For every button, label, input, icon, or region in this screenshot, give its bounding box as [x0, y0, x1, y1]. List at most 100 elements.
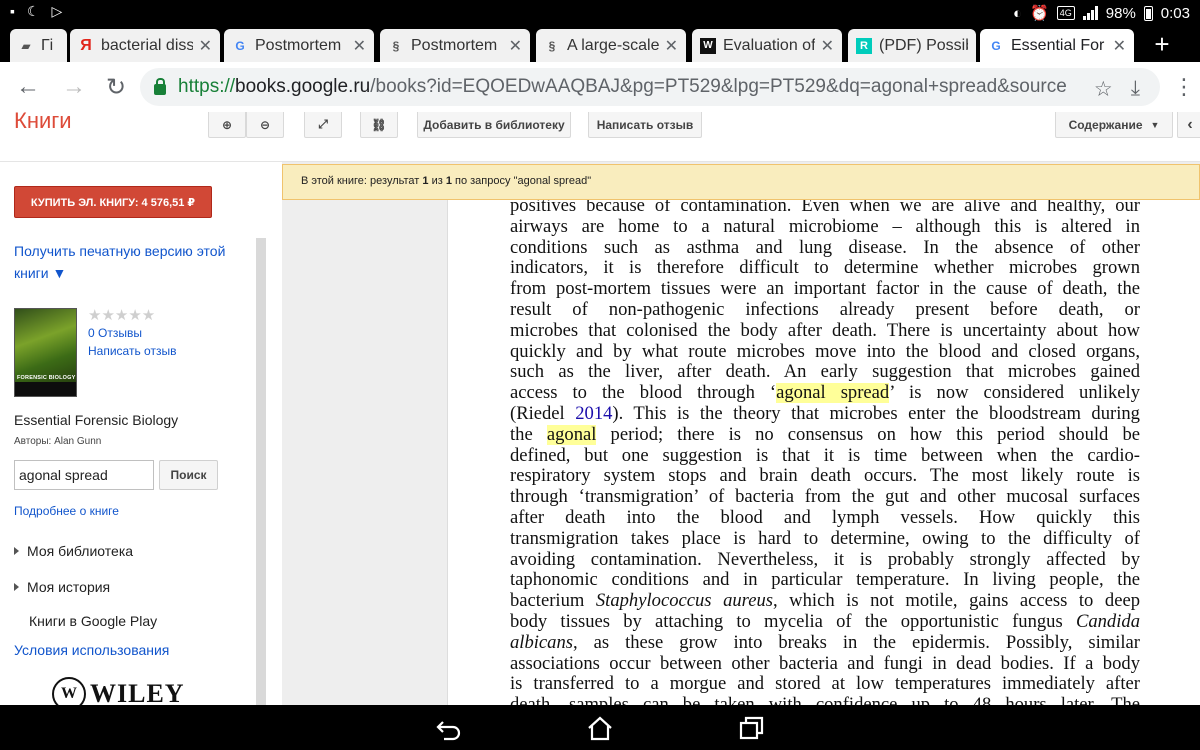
wiley-icon: W	[700, 37, 716, 54]
my-history-item[interactable]: Моя история	[14, 579, 110, 595]
books-header: Книги ⊕ ⊖ ⤢ ⛓ Добавить в библиотеку Напи…	[0, 108, 1200, 162]
contents-dropdown[interactable]: Содержание ▼	[1055, 112, 1173, 138]
reviews-count-link[interactable]: 0 Отзывы	[88, 326, 142, 340]
close-icon[interactable]: ✕	[353, 36, 366, 56]
zoom-in-button[interactable]: ⊕	[208, 112, 246, 138]
chevron-left-icon: ‹	[1187, 115, 1193, 133]
text-line: the agonal period; there is no consensus…	[510, 424, 1140, 446]
note-query: "agonal spread"	[513, 175, 592, 187]
triangle-right-icon	[14, 547, 19, 555]
app-icon: ▰	[21, 38, 31, 53]
text-line: through ‘transmigration’ of bacteria fro…	[510, 487, 1140, 508]
note-text: по запросу	[451, 175, 514, 187]
image-notification-icon: ▪	[10, 3, 15, 19]
back-button[interactable]: ←	[16, 73, 40, 101]
contents-label: Содержание	[1068, 117, 1143, 132]
browser-tab[interactable]: G Postmortem ✕	[224, 29, 374, 62]
close-icon[interactable]: ✕	[1113, 36, 1126, 56]
book-reader: positives because of contamination. Even…	[282, 162, 1200, 705]
do-not-disturb-icon: ◐	[1013, 4, 1023, 22]
dna-icon: §	[548, 38, 556, 53]
url-path: /books?id=EQOEDwAAQBAJ&pg=PT529&lpg=PT52…	[370, 76, 1067, 97]
close-icon[interactable]: ✕	[665, 36, 678, 56]
zoom-out-icon: ⊖	[259, 117, 271, 132]
text-line: access to the blood through ‘agonal spre…	[510, 383, 1140, 404]
google-icon: G	[991, 38, 1001, 53]
forward-button[interactable]: →	[62, 73, 86, 101]
text-line: result of non-pathogenic infections alre…	[510, 299, 1140, 320]
zoom-out-button[interactable]: ⊖	[246, 112, 284, 138]
book-title: Essential Forensic Biology	[14, 412, 179, 428]
book-cover[interactable]: FORENSIC BIOLOGY	[14, 308, 77, 397]
tab-strip: ▰ Гі Я bacterial diss ✕ G Postmortem ✕ §…	[0, 26, 1200, 62]
google-play-books-link[interactable]: Книги в Google Play	[29, 613, 157, 629]
text-line: taphonomic conditions and in particular …	[510, 570, 1140, 591]
text-line: body tissues by attaching to mycelia of …	[510, 612, 1140, 633]
text-line: defined, but one suggestion is that it i…	[510, 445, 1140, 466]
reload-button[interactable]: ↻	[106, 73, 126, 102]
tab-title: Postmortem	[411, 36, 498, 54]
tab-title: bacterial diss	[101, 36, 193, 54]
search-highlight: agonal spread	[776, 383, 890, 404]
link-button[interactable]: ⛓	[360, 112, 398, 138]
dna-icon: §	[392, 38, 400, 53]
terms-of-use-link[interactable]: Условия использования	[14, 642, 169, 658]
play-notification-icon: ▷	[51, 3, 63, 19]
search-result-note: В этой книге: результат 1 из 1 по запрос…	[282, 164, 1200, 200]
note-text: В этой книге: результат	[301, 175, 423, 187]
browser-tab[interactable]: W Evaluation of ✕	[692, 29, 842, 62]
collapse-panel-button[interactable]: ‹	[1177, 112, 1200, 138]
buy-ebook-button[interactable]: КУПИТЬ ЭЛ. КНИГУ: 4 576,51 ₽	[14, 186, 212, 218]
browser-tab-active[interactable]: G Essential For ✕	[980, 29, 1134, 62]
browser-tab[interactable]: Я bacterial diss ✕	[70, 29, 220, 62]
google-icon: G	[235, 38, 245, 53]
fullscreen-icon: ⤢	[318, 117, 328, 131]
search-button[interactable]: Поиск	[159, 460, 218, 490]
researchgate-icon: R	[856, 37, 872, 54]
tab-title: (PDF) Possib	[879, 36, 968, 54]
more-menu-icon[interactable]: ⋮	[1172, 74, 1196, 100]
status-bar: ▪ ☾ ▷ ◐ ⏰ 4G 98% 0:03	[0, 0, 1200, 26]
text-line: microbes that colonised the body after d…	[510, 320, 1140, 341]
close-icon[interactable]: ✕	[199, 36, 212, 56]
browser-tab[interactable]: R (PDF) Possib	[848, 29, 976, 62]
home-nav-button[interactable]	[585, 714, 615, 742]
fullscreen-button[interactable]: ⤢	[304, 112, 342, 138]
tab-title: Essential For	[1011, 36, 1105, 54]
write-review-link[interactable]: Написать отзыв	[88, 344, 176, 358]
text-run: access to the blood through ‘	[510, 383, 777, 404]
tab-title: Postmortem	[255, 36, 342, 54]
books-logo[interactable]: Книги	[14, 108, 72, 134]
star-bookmark-icon[interactable]: ☆	[1094, 77, 1113, 102]
back-nav-button[interactable]	[434, 714, 464, 742]
my-library-item[interactable]: Моя библиотека	[14, 543, 133, 559]
text-line: respiratory system stops and brain death…	[510, 466, 1140, 487]
sidebar-scrollbar[interactable]	[256, 238, 266, 705]
print-version-link[interactable]: Получить печатную версию этой книги ▼	[14, 240, 244, 284]
battery-level: 98%	[1105, 4, 1136, 22]
yandex-icon: Я	[80, 36, 92, 54]
add-to-library-button[interactable]: Добавить в библиотеку	[417, 112, 571, 138]
cover-footer	[15, 382, 76, 396]
search-highlight: agonal	[546, 424, 597, 445]
browser-tab[interactable]: § Postmortem ✕	[380, 29, 530, 62]
new-tab-button[interactable]: +	[1148, 29, 1176, 59]
recents-nav-button[interactable]	[736, 714, 766, 742]
link-icon: ⛓	[371, 117, 387, 132]
book-page: positives because of contamination. Even…	[447, 196, 1200, 705]
search-in-book-input[interactable]	[14, 460, 154, 490]
write-review-button[interactable]: Написать отзыв	[588, 112, 702, 138]
browser-tab[interactable]: § A large-scale ✕	[536, 29, 686, 62]
browser-tab[interactable]: ▰ Гі	[10, 29, 67, 62]
text-line: indicators, it is therefore difficult to…	[510, 258, 1140, 279]
address-bar[interactable]: https://books.google.ru/books?id=EQOEDwA…	[140, 68, 1160, 106]
text-line: bacterium Staphylococcus aureus, which i…	[510, 591, 1140, 612]
text-run: bacterium	[510, 591, 596, 612]
text-line: transmigration takes place is hard to de…	[510, 528, 1140, 549]
close-icon[interactable]: ✕	[509, 36, 522, 56]
close-icon[interactable]: ✕	[821, 36, 834, 56]
citation-link[interactable]: 2014	[575, 404, 612, 424]
network-type: 4G	[1056, 6, 1075, 20]
more-about-book-link[interactable]: Подробнее о книге	[14, 504, 119, 518]
download-icon[interactable]: ⤓	[1131, 77, 1140, 102]
